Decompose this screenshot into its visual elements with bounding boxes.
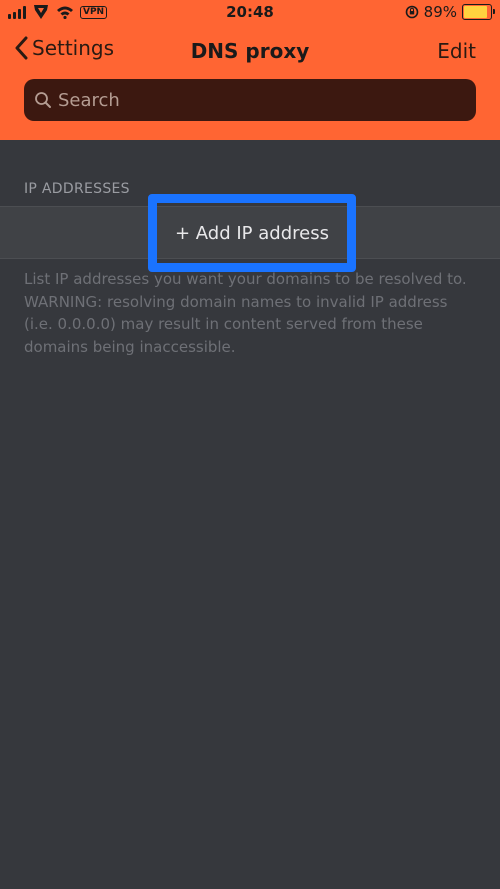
page-title: DNS proxy	[190, 39, 310, 63]
edit-button[interactable]: Edit	[437, 39, 476, 63]
ip-section-footer: List IP addresses you want your domains …	[24, 270, 467, 356]
header: VPN 20:48 89% Settings DNS proxy Edit	[0, 0, 500, 140]
battery-icon	[462, 4, 495, 20]
search-input[interactable]	[56, 88, 460, 112]
navigation-bar: Settings DNS proxy Edit	[0, 26, 500, 76]
search-field[interactable]	[24, 79, 476, 121]
add-ip-address-button[interactable]: + Add IP address	[148, 194, 356, 272]
rotation-lock-icon	[405, 5, 418, 19]
status-bar: VPN 20:48 89%	[0, 0, 500, 26]
battery-percent: 89%	[423, 3, 457, 21]
search-icon	[35, 92, 51, 108]
ip-addresses-header: IP ADDRESSES	[24, 181, 130, 197]
